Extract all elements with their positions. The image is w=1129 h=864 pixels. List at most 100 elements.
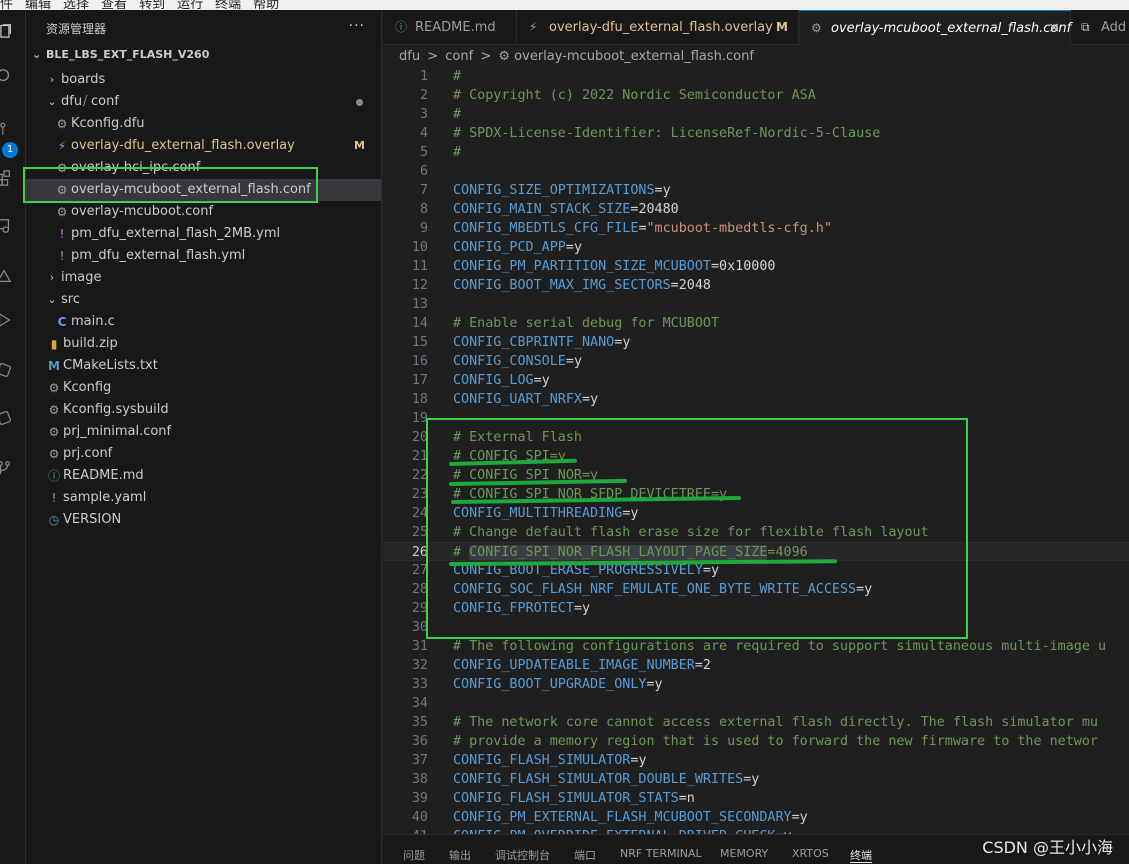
code-line[interactable]: 15 CONFIG_CBPRINTF_NANO=y <box>383 333 1129 352</box>
line-number: 33 <box>411 677 428 692</box>
code-line[interactable]: 8 CONFIG_MAIN_STACK_SIZE=20480 <box>383 200 1129 219</box>
code-line[interactable]: 10 CONFIG_PCD_APP=y <box>383 238 1129 257</box>
panel-tab-debug-console[interactable]: 调试控制台 <box>495 847 550 863</box>
tree-file[interactable]: ! pm_dfu_external_flash.yml <box>26 245 381 267</box>
tree-file[interactable]: ! pm_dfu_external_flash_2MB.yml <box>26 223 381 245</box>
line-number: 24 <box>411 506 428 521</box>
tree-folder[interactable]: › boards <box>26 69 381 91</box>
tree-folder[interactable]: › image <box>26 267 381 289</box>
menu-item[interactable]: 查看 <box>101 0 127 10</box>
code-line[interactable]: 2 # Copyright (c) 2022 Nordic Semiconduct… <box>383 86 1129 105</box>
panel-tab-ports[interactable]: 端口 <box>574 847 596 863</box>
line-number: 31 <box>411 639 428 654</box>
workspace-root-label: BLE_LBS_EXT_FLASH_V260 <box>46 48 210 61</box>
menu-item[interactable]: 运行 <box>177 0 203 10</box>
code-line[interactable]: 4 # SPDX-License-Identifier: LicenseRef-N… <box>383 124 1129 143</box>
remote-explorer-icon[interactable] <box>0 218 12 234</box>
equals-sign: = <box>694 658 703 673</box>
panel-tab-xrtos[interactable]: XRTOS <box>792 847 829 860</box>
tree-file[interactable]: ▮ build.zip <box>26 333 381 355</box>
tab-readme[interactable]: ⓘ README.md <box>383 10 517 45</box>
tab-add[interactable]: ⧉ Add <box>1071 10 1129 45</box>
panel-tab-memory[interactable]: MEMORY <box>720 847 768 860</box>
code-line[interactable]: 36 # provide a memory region that is used… <box>383 732 1129 751</box>
config-value: y <box>590 392 599 407</box>
code-line[interactable]: 39 CONFIG_FLASH_SIMULATOR_STATS=n <box>383 789 1129 808</box>
code-line[interactable]: 12 CONFIG_BOOT_MAX_IMG_SECTORS=2048 <box>383 276 1129 295</box>
menu-item[interactable]: 件 <box>0 0 13 10</box>
code-line[interactable]: 33 CONFIG_BOOT_UPGRADE_ONLY=y <box>383 675 1129 694</box>
code-line[interactable]: 17 CONFIG_LOG=y <box>383 371 1129 390</box>
more-actions-icon[interactable]: ··· <box>349 18 365 34</box>
tree-file[interactable]: ⚡ overlay-dfu_external_flash.overlay M <box>26 135 381 157</box>
breadcrumb-conf[interactable]: conf <box>445 49 473 64</box>
breadcrumb-dfu[interactable]: dfu <box>399 49 420 64</box>
code-comment: # <box>453 145 462 160</box>
tree-file[interactable]: Cmain.c <box>26 311 381 333</box>
code-line[interactable]: 1 # <box>383 68 1129 86</box>
tree-file[interactable]: ⚙ Kconfig.sysbuild <box>26 399 381 421</box>
code-line[interactable]: 41 CONFIG_PM_OVERRIDE_EXTERNAL_DRIVER_CHE… <box>383 827 1129 834</box>
explorer-icon[interactable] <box>0 24 14 40</box>
config-value: y <box>573 354 582 369</box>
line-number: 38 <box>411 772 428 787</box>
code-line[interactable]: 38 CONFIG_FLASH_SIMULATOR_DOUBLE_WRITES=y <box>383 770 1129 789</box>
tree-file[interactable]: ⚙ prj_minimal.conf <box>26 421 381 443</box>
code-line[interactable]: 6 <box>383 162 1129 181</box>
tree-file[interactable]: ! sample.yaml <box>26 487 381 509</box>
line-number: 21 <box>411 449 428 464</box>
code-line[interactable]: 13 <box>383 295 1129 314</box>
search-icon[interactable] <box>0 68 12 84</box>
device-tree-icon[interactable] <box>0 410 12 426</box>
nrf-connect-icon[interactable] <box>0 268 12 284</box>
tab-overlay-dfu[interactable]: ⚡ overlay-dfu_external_flash.overlay M <box>517 10 799 45</box>
code-line[interactable]: 18 CONFIG_UART_NRFX=y <box>383 390 1129 409</box>
equals-sign: = <box>678 791 687 806</box>
menu-item[interactable]: 帮助 <box>253 0 279 10</box>
explorer-sidebar: 资源管理器 ··· ⌄ BLE_LBS_EXT_FLASH_V260 › board… <box>26 10 382 864</box>
code-line[interactable]: 37 CONFIG_FLASH_SIMULATOR=y <box>383 751 1129 770</box>
code-line[interactable]: 5 # <box>383 143 1129 162</box>
code-line[interactable]: 16 CONFIG_CONSOLE=y <box>383 352 1129 371</box>
code-text: CONFIG_UPDATEABLE_IMAGE_NUMBER=2 <box>453 656 711 675</box>
config-value: y <box>662 183 671 198</box>
tree-file[interactable]: ⚙ prj.conf <box>26 443 381 465</box>
code-line[interactable]: 11 CONFIG_PM_PARTITION_SIZE_MCUBOOT=0x100… <box>383 257 1129 276</box>
code-line[interactable]: 7 CONFIG_SIZE_OPTIMIZATIONS=y <box>383 181 1129 200</box>
tree-folder[interactable]: ⌄ src <box>26 289 381 311</box>
git-graph-icon[interactable] <box>0 460 12 476</box>
source-control-icon[interactable] <box>0 122 14 138</box>
menu-item[interactable]: 编辑 <box>25 0 51 10</box>
tree-file[interactable]: ◷ VERSION <box>26 509 381 531</box>
code-line[interactable]: 34 <box>383 694 1129 713</box>
tree-label: conf <box>91 94 119 109</box>
breadcrumb-file[interactable]: overlay-mcuboot_external_flash.conf <box>514 49 754 64</box>
run-debug-icon[interactable] <box>0 312 12 328</box>
testing-icon[interactable] <box>0 362 12 378</box>
menu-item[interactable]: 终端 <box>215 0 241 10</box>
code-line[interactable]: 40 CONFIG_PM_EXTERNAL_FLASH_MCUBOOT_SECON… <box>383 808 1129 827</box>
panel-tab-terminal[interactable]: 终端 <box>850 847 872 863</box>
tree-file[interactable]: ⚙ Kconfig <box>26 377 381 399</box>
tree-file[interactable]: M CMakeLists.txt <box>26 355 381 377</box>
code-line[interactable]: 3 # <box>383 105 1129 124</box>
menu-item[interactable]: 转到 <box>139 0 165 10</box>
code-line[interactable]: 9 CONFIG_MBEDTLS_CFG_FILE="mcuboot-mbedtl… <box>383 219 1129 238</box>
panel-tab-problems[interactable]: 问题 <box>403 847 425 863</box>
tree-file[interactable]: ⚙ Kconfig.dfu <box>26 113 381 135</box>
code-line[interactable]: 35 # The network core cannot access exter… <box>383 713 1129 732</box>
code-line[interactable]: 32 CONFIG_UPDATEABLE_IMAGE_NUMBER=2 <box>383 656 1129 675</box>
tab-overlay-mcuboot-external-flash[interactable]: ⚙ overlay-mcuboot_external_flash.conf × <box>799 10 1071 45</box>
tree-folder[interactable]: ⌄ dfu / conf <box>26 91 381 113</box>
code-comment: # The network core cannot access externa… <box>453 715 1098 730</box>
extensions-icon[interactable] <box>0 170 12 186</box>
close-icon[interactable]: × <box>1048 11 1060 46</box>
code-line[interactable]: 14 # Enable serial debug for MCUBOOT <box>383 314 1129 333</box>
menu-item[interactable]: 选择 <box>63 0 89 10</box>
workspace-root[interactable]: ⌄ BLE_LBS_EXT_FLASH_V260 <box>32 48 209 61</box>
code-line[interactable]: 31 # The following configurations are req… <box>383 637 1129 656</box>
panel-tab-nrf-terminal[interactable]: NRF TERMINAL <box>620 847 702 860</box>
tree-file[interactable]: ⚙ overlay-mcuboot.conf <box>26 201 381 223</box>
tree-file[interactable]: ⓘ README.md <box>26 465 381 487</box>
panel-tab-output[interactable]: 输出 <box>449 847 471 863</box>
